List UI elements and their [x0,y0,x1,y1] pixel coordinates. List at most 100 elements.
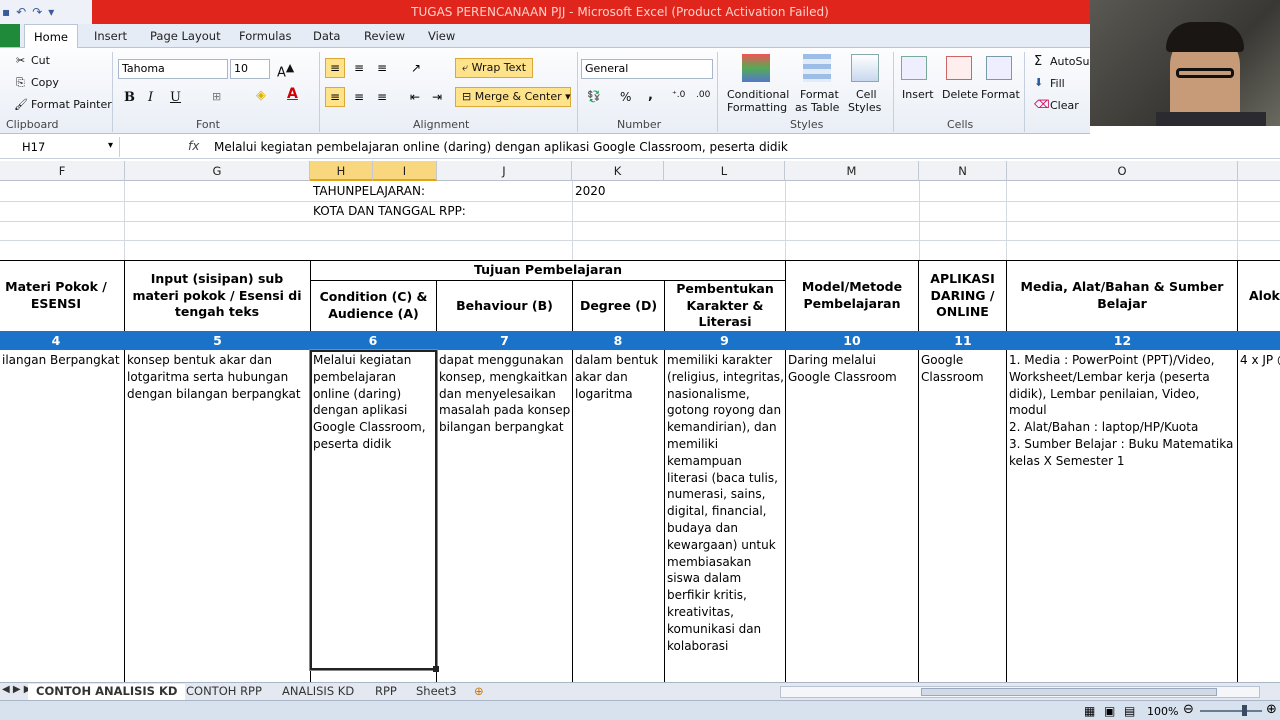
selected-range[interactable] [309,349,438,671]
align-bottom-icon[interactable]: ≡ [372,58,392,78]
cell-materi[interactable]: ilangan Berpangkat [2,352,122,369]
cell-aplikasi[interactable]: Google Classroom [921,352,1005,386]
page-layout-view-icon[interactable]: ▣ [1104,704,1115,718]
conditional-formatting-label[interactable]: Conditional [727,88,789,101]
column-number[interactable]: 8 [572,331,664,350]
conditional-formatting-icon[interactable] [742,54,770,82]
column-number[interactable]: 6 [310,331,436,350]
delete-button[interactable]: Delete [942,88,978,101]
horizontal-scrollbar[interactable] [780,686,1260,698]
scrollbar-thumb[interactable] [921,688,1217,696]
tab-review[interactable]: Review [364,29,405,43]
zoom-level[interactable]: 100% [1147,705,1178,718]
sheet-tab-contoh-analisis-kd[interactable]: CONTOH ANALISIS KD [28,684,186,700]
sheet-tab-analisis-kd[interactable]: ANALISIS KD [282,684,354,698]
format-as-table-label[interactable]: Format [800,88,839,101]
column-number[interactable]: 10 [785,331,919,350]
insert-function-icon[interactable]: fx [188,139,199,153]
fill-button[interactable]: Fill [1050,77,1065,90]
align-right-icon[interactable]: ≡ [372,87,392,107]
column-number[interactable]: 5 [125,331,310,350]
formula-input[interactable]: Melalui kegiatan pembelajaran online (da… [214,140,788,154]
kota-label[interactable]: KOTA DAN TANGGAL RPP: [313,203,563,220]
column-header-m[interactable]: M [785,161,919,181]
align-top-icon[interactable]: ≡ [325,58,345,78]
currency-icon[interactable]: 💱 [587,90,601,103]
header-media[interactable]: Media, Alat/Bahan & Sumber Belajar [1008,261,1236,331]
merge-center-button[interactable]: ⊟ Merge & Center ▾ [455,87,571,107]
format-button[interactable]: Format [981,88,1020,101]
increase-indent-icon[interactable]: ⇥ [427,87,447,107]
column-header-l[interactable]: L [664,161,785,181]
column-number[interactable]: 9 [664,331,785,350]
column-header-h[interactable]: H [310,161,373,181]
page-break-view-icon[interactable]: ▤ [1124,704,1135,718]
tab-formulas[interactable]: Formulas [239,29,292,43]
align-center-icon[interactable]: ≡ [349,87,369,107]
column-header-n[interactable]: N [919,161,1007,181]
header-alokasi[interactable]: Aloka [1239,261,1280,331]
cell-karakter[interactable]: memiliki karakter (religius, integritas,… [667,352,784,654]
column-header-p[interactable] [1238,161,1280,181]
percent-button[interactable]: % [620,90,631,104]
format-as-table-icon[interactable] [803,54,831,82]
column-number[interactable]: 4 [0,331,112,350]
header-aplikasi[interactable]: APLIKASI DARING / ONLINE [920,261,1005,331]
redo-icon[interactable]: ↷ [32,5,42,19]
autosum-icon[interactable]: Σ [1034,54,1042,69]
sheet-tab-sheet3[interactable]: Sheet3 [416,684,457,698]
column-number[interactable]: 11 [919,331,1007,350]
font-name-select[interactable]: Tahoma [118,59,228,79]
conditional-formatting-label2[interactable]: Formatting [727,101,787,114]
header-model[interactable]: Model/Metode Pembelajaran [787,261,917,331]
format-cells-icon[interactable] [986,56,1012,80]
wrap-text-button[interactable]: ⤶ Wrap Text [455,58,534,78]
decrease-indent-icon[interactable]: ⇤ [405,87,425,107]
zoom-out-icon[interactable]: ⊖ [1183,702,1194,717]
sheet-tab-contoh-rpp[interactable]: CONTOH RPP [186,684,262,698]
zoom-slider[interactable] [1200,710,1262,712]
increase-decimal-icon[interactable]: ⁺.0 [672,90,685,100]
column-header-f[interactable]: F [0,161,125,181]
number-format-select[interactable]: General [581,59,713,79]
column-header-j[interactable]: J [437,161,572,181]
name-box-dropdown-icon[interactable]: ▾ [108,140,113,151]
format-painter-button[interactable]: Format Painter [31,98,112,111]
underline-button[interactable]: U [170,90,181,105]
grow-font-icon[interactable]: A▲ [277,61,294,80]
column-header-k[interactable]: K [572,161,664,181]
cell-styles-icon[interactable] [851,54,879,82]
cut-icon[interactable]: ✂ [16,54,25,67]
orientation-icon[interactable]: ↗ [406,58,426,78]
header-behaviour[interactable]: Behaviour (B) [438,281,571,331]
column-number[interactable]: 7 [437,331,572,350]
normal-view-icon[interactable]: ▦ [1084,704,1095,718]
fill-handle[interactable] [433,666,439,672]
insert-button[interactable]: Insert [902,88,934,101]
cell-behaviour[interactable]: dapat menggunakan konsep, mengkaitkan da… [439,352,571,436]
insert-cells-icon[interactable] [901,56,927,80]
new-sheet-icon[interactable]: ⊕ [474,684,484,698]
delete-cells-icon[interactable] [946,56,972,80]
cell-degree[interactable]: dalam bentuk akar dan logaritma [575,352,663,402]
tab-page-layout[interactable]: Page Layout [150,29,221,43]
zoom-in-icon[interactable]: ⊕ [1266,702,1277,717]
cell-styles-label[interactable]: Cell [856,88,877,101]
cell-input[interactable]: konsep bentuk akar dan lotgaritma serta … [127,352,307,402]
fill-color-icon[interactable]: ◈ [256,88,266,103]
comma-button[interactable]: , [648,88,653,103]
align-middle-icon[interactable]: ≡ [349,58,369,78]
header-karakter[interactable]: Pembentukan Karakter & Literasi [666,281,784,331]
header-degree[interactable]: Degree (D) [574,281,663,331]
decrease-decimal-icon[interactable]: .00 [696,90,710,100]
clear-icon[interactable]: ⌫ [1034,98,1050,111]
clear-button[interactable]: Clear [1050,99,1079,112]
worksheet-grid[interactable]: TAHUNPELAJARAN: 2020 KOTA DAN TANGGAL RP… [0,181,1280,682]
customize-qat-icon[interactable]: ▾ [48,5,54,19]
header-materi[interactable]: Materi Pokok / ESENSI [0,261,112,331]
align-left-icon[interactable]: ≡ [325,87,345,107]
cut-button[interactable]: Cut [31,54,50,67]
copy-button[interactable]: Copy [31,76,59,89]
header-condition[interactable]: Condition (C) & Audience (A) [312,281,435,331]
name-box[interactable]: H17 [0,137,120,157]
